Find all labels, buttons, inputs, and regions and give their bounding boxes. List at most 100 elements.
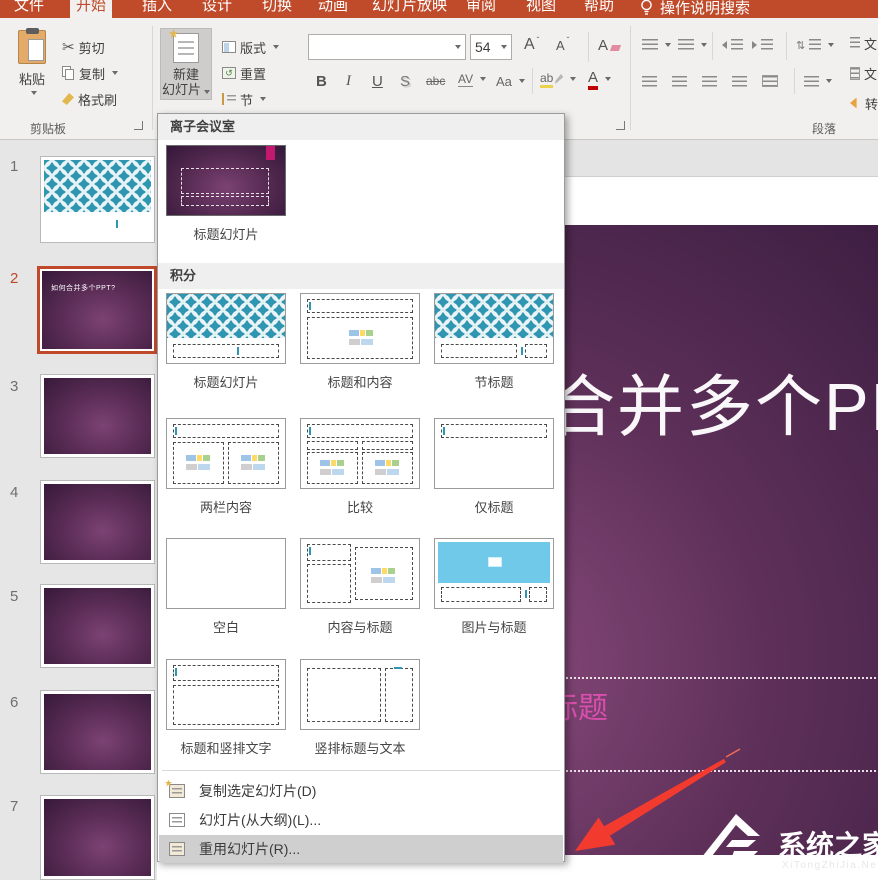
- cut-button[interactable]: ✂ 剪切: [62, 36, 105, 58]
- tab-slideshow[interactable]: 幻灯片放映: [366, 0, 453, 18]
- layout-icon: [222, 41, 236, 53]
- copy-label: 复制: [79, 64, 105, 83]
- layout-button[interactable]: 版式: [222, 36, 279, 58]
- menu-command-label: 幻灯片(从大纲)(L)...: [199, 810, 321, 830]
- section-button[interactable]: 节: [222, 88, 266, 110]
- menu-reuse-slides[interactable]: 重用幻灯片(R)...: [159, 835, 563, 863]
- font-name-combo[interactable]: [308, 34, 466, 60]
- align-left-button[interactable]: [642, 70, 657, 92]
- layout-picture-with-caption[interactable]: 图片与标题: [432, 538, 556, 636]
- convert-smartart-button[interactable]: 转: [850, 92, 878, 114]
- new-slide-label-1: 新建: [173, 67, 199, 82]
- distribute-button[interactable]: [762, 70, 778, 92]
- layout-label: 标题幻灯片: [164, 224, 288, 243]
- font-dialog-launcher[interactable]: [616, 121, 625, 130]
- layout-blank[interactable]: 空白: [164, 538, 288, 636]
- slide-thumbnail-5[interactable]: [40, 584, 155, 668]
- menu-section-title-2: 积分: [158, 263, 564, 289]
- justify-button[interactable]: [732, 70, 747, 92]
- section-label: 节: [240, 90, 253, 109]
- clipboard-dialog-launcher[interactable]: [134, 121, 143, 130]
- placeholder-box: [307, 668, 381, 722]
- placeholder-box: [307, 544, 351, 561]
- align-text-button[interactable]: 文: [850, 62, 877, 84]
- slide2-title-text: 如何合并多个PPT?: [51, 283, 116, 293]
- reset-button[interactable]: ↺ 重置: [222, 62, 266, 84]
- content-icons: [320, 460, 344, 475]
- slide-number-4: 4: [10, 484, 18, 501]
- underline-button[interactable]: U: [372, 70, 383, 92]
- numbering-button[interactable]: [678, 34, 707, 56]
- tab-insert[interactable]: 插入: [136, 0, 178, 18]
- align-right-button[interactable]: [702, 70, 717, 92]
- tab-home[interactable]: 开始: [70, 0, 112, 18]
- slide-thumbnail-7[interactable]: [40, 795, 155, 880]
- menu-section-title-1: 离子会议室: [158, 114, 564, 140]
- layout-label: 比较: [298, 497, 422, 516]
- copy-dropdown-caret: [112, 71, 118, 75]
- tab-transitions[interactable]: 切换: [256, 0, 298, 18]
- slide-thumbnail-1[interactable]: [40, 156, 155, 243]
- indent-right-icon: [752, 41, 757, 49]
- bullets-button[interactable]: [642, 34, 671, 56]
- menu-slides-from-outline[interactable]: 幻灯片(从大纲)(L)...: [159, 806, 563, 833]
- text-direction-button[interactable]: 文: [850, 32, 877, 54]
- new-slide-button[interactable]: 新建 幻灯片: [160, 28, 212, 100]
- slide-thumbnail-4[interactable]: [40, 480, 155, 564]
- justify-icon: [732, 76, 747, 87]
- paste-button[interactable]: 粘贴: [10, 30, 54, 95]
- align-center-button[interactable]: [672, 70, 687, 92]
- layout-title-and-content[interactable]: 标题和内容: [298, 293, 422, 391]
- font-size-combo[interactable]: 54: [470, 34, 512, 60]
- watermark: 系统之家 XiTongZhiJia.Net: [698, 806, 878, 880]
- slide-thumbnail-3[interactable]: [40, 374, 155, 458]
- layout-title-and-vertical-text[interactable]: 标题和竖排文字: [164, 659, 288, 757]
- layout-two-content[interactable]: 两栏内容: [164, 418, 288, 516]
- layout-label: 两栏内容: [164, 497, 288, 516]
- increase-indent-button[interactable]: [752, 34, 773, 56]
- placeholder-box: [307, 299, 413, 313]
- highlight-color-button[interactable]: ab: [540, 68, 576, 90]
- italic-button[interactable]: I: [346, 70, 351, 92]
- slide-thumbnail-2[interactable]: 如何合并多个PPT?: [37, 266, 157, 354]
- layout-vertical-title-and-text[interactable]: 竖排标题与文本: [298, 659, 422, 757]
- bold-button[interactable]: B: [316, 70, 327, 92]
- tab-help[interactable]: 帮助: [578, 0, 620, 18]
- text-shadow-button[interactable]: S: [400, 70, 410, 92]
- format-painter-icon: [62, 93, 74, 105]
- layout-content-with-caption[interactable]: 内容与标题: [298, 538, 422, 636]
- copy-button[interactable]: 复制: [62, 62, 118, 84]
- tab-animations[interactable]: 动画: [312, 0, 354, 18]
- layout-title-slide[interactable]: 标题幻灯片: [164, 293, 288, 391]
- tab-design[interactable]: 设计: [196, 0, 238, 18]
- strikethrough-button[interactable]: abc: [426, 70, 445, 92]
- tell-me-search[interactable]: 操作说明搜索: [640, 0, 750, 18]
- font-color-button[interactable]: A: [588, 68, 611, 90]
- grow-font-button[interactable]: Aˆ: [524, 34, 539, 56]
- menu-command-label: 重用幻灯片(R)...: [199, 839, 300, 859]
- placeholder-box: [181, 168, 269, 194]
- tab-review[interactable]: 审阅: [460, 0, 502, 18]
- format-painter-button[interactable]: 格式刷: [62, 88, 117, 110]
- placeholder-box: [181, 196, 269, 206]
- menu-duplicate-selected-slides[interactable]: 复制选定幻灯片(D): [159, 777, 563, 804]
- shrink-font-button[interactable]: Aˇ: [556, 34, 569, 56]
- tab-file[interactable]: 文件: [8, 0, 50, 18]
- change-case-button[interactable]: Aa: [496, 70, 525, 92]
- clear-formatting-button[interactable]: A: [598, 34, 620, 56]
- character-spacing-button[interactable]: AV: [458, 68, 486, 90]
- clipboard-icon: [18, 30, 46, 64]
- layout-comparison[interactable]: 比较: [298, 418, 422, 516]
- layout-title-only[interactable]: 仅标题: [432, 418, 556, 516]
- line-spacing-button[interactable]: ⇅: [796, 34, 834, 56]
- slide-thumbnail-6[interactable]: [40, 690, 155, 774]
- layout-title-slide-ion[interactable]: 标题幻灯片: [164, 145, 288, 243]
- tab-view[interactable]: 视图: [520, 0, 562, 18]
- placeholder-box: [529, 587, 547, 602]
- bullets-icon: [642, 39, 658, 51]
- content-icons: [371, 568, 395, 583]
- columns-button[interactable]: [804, 70, 832, 92]
- layout-section-header[interactable]: 节标题: [432, 293, 556, 391]
- picture-area: [438, 542, 550, 583]
- decrease-indent-button[interactable]: [722, 34, 743, 56]
